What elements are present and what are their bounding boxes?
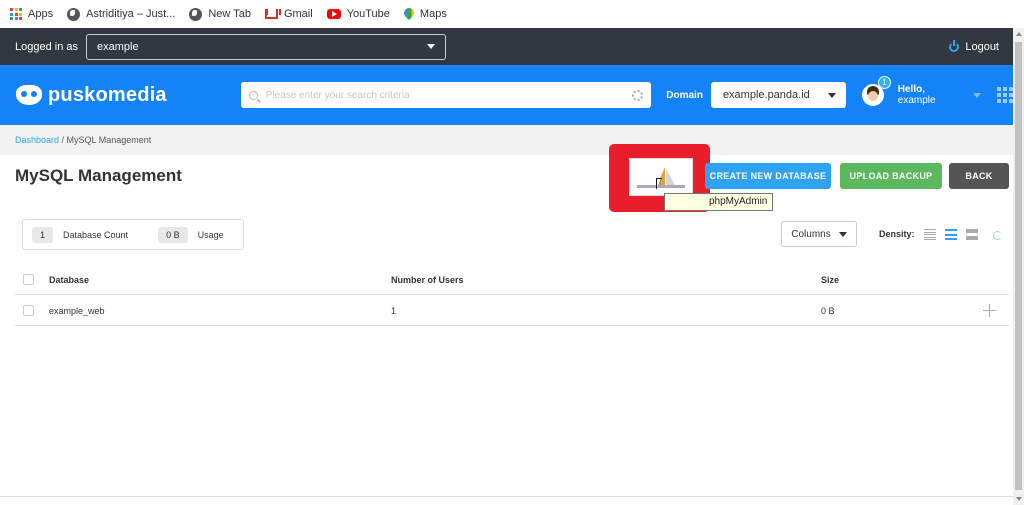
logo-icon bbox=[16, 85, 42, 105]
usage-value: 0 B bbox=[158, 226, 188, 243]
gear-icon[interactable] bbox=[632, 89, 644, 101]
phpmyadmin-tooltip: phpMyAdmin bbox=[664, 193, 774, 211]
bookmark-apps[interactable]: Apps bbox=[10, 8, 53, 20]
cell-users: 1 bbox=[391, 306, 397, 316]
database-count-label: Database Count bbox=[63, 229, 129, 240]
refresh-icon[interactable] bbox=[993, 231, 1002, 240]
brand-logo[interactable]: puskomedia bbox=[16, 84, 167, 107]
breadcrumb: Dashboard / MySQL Management bbox=[0, 125, 1013, 155]
domain-label: Domain bbox=[666, 89, 703, 101]
bookmark-label: YouTube bbox=[346, 8, 390, 20]
upload-backup-button[interactable]: UPLOAD BACKUP bbox=[840, 163, 942, 189]
youtube-icon bbox=[326, 9, 341, 19]
select-all-checkbox[interactable] bbox=[23, 274, 34, 285]
gmail-icon bbox=[264, 9, 278, 19]
globe-icon bbox=[189, 7, 203, 21]
column-header-size[interactable]: Size bbox=[821, 275, 839, 285]
scrollbar[interactable] bbox=[1013, 28, 1024, 505]
bookmark-maps[interactable]: Maps bbox=[404, 8, 447, 21]
apps-icon bbox=[10, 8, 22, 20]
breadcrumb-dashboard[interactable]: Dashboard bbox=[15, 135, 59, 145]
phpmyadmin-button[interactable] bbox=[629, 158, 693, 196]
usage-label: Usage bbox=[197, 229, 224, 240]
search-icon bbox=[248, 90, 258, 100]
table-header-row: Database Number of Users Size bbox=[15, 264, 1009, 295]
stats-box: 1 Database Count 0 B Usage bbox=[22, 219, 244, 250]
maps-icon bbox=[404, 8, 414, 21]
row-checkbox[interactable] bbox=[23, 305, 34, 316]
search-box bbox=[240, 82, 652, 108]
column-header-database[interactable]: Database bbox=[49, 275, 89, 285]
breadcrumb-separator: / bbox=[59, 135, 67, 145]
back-button[interactable]: BACK bbox=[949, 163, 1009, 189]
account-bar: Logged in as example Logout bbox=[0, 28, 1013, 65]
account-select[interactable]: example bbox=[86, 33, 446, 60]
avatar[interactable]: 1 bbox=[861, 76, 891, 106]
scroll-up-icon[interactable] bbox=[1016, 32, 1022, 36]
search-input[interactable] bbox=[265, 89, 633, 101]
logged-in-label: Logged in as bbox=[15, 40, 78, 53]
database-table: Database Number of Users Size example_we… bbox=[15, 264, 1009, 326]
density-label: Density: bbox=[879, 229, 915, 239]
columns-label: Columns bbox=[791, 228, 831, 240]
scroll-down-icon[interactable] bbox=[1016, 497, 1022, 501]
logout-button[interactable]: Logout bbox=[949, 39, 999, 53]
chevron-down-icon bbox=[838, 231, 847, 237]
density-standard-icon[interactable] bbox=[945, 229, 957, 240]
bookmark-gmail[interactable]: Gmail bbox=[264, 8, 313, 20]
column-header-users[interactable]: Number of Users bbox=[391, 275, 464, 285]
bookmark-label: Maps bbox=[419, 8, 447, 20]
notification-badge: 1 bbox=[877, 76, 891, 89]
main-header: puskomedia Domain example.panda.id 1 Hel… bbox=[0, 65, 1013, 125]
cell-database: example_web bbox=[49, 306, 105, 316]
bookmark-astriditiya[interactable]: Astriditiya – Just... bbox=[67, 7, 176, 21]
chevron-down-icon bbox=[427, 44, 435, 49]
bookmark-label: New Tab bbox=[208, 8, 251, 20]
hello-user: example bbox=[897, 95, 936, 106]
bookmark-label: Apps bbox=[28, 8, 54, 20]
bookmark-label: Gmail bbox=[283, 8, 313, 20]
bookmark-youtube[interactable]: YouTube bbox=[326, 8, 390, 20]
apps-grid-icon[interactable] bbox=[997, 87, 1013, 103]
bookmarks-bar: Apps Astriditiya – Just... New Tab Gmail… bbox=[0, 0, 1024, 28]
density-comfortable-icon[interactable] bbox=[966, 229, 978, 240]
chevron-down-icon bbox=[827, 92, 836, 98]
domain-select[interactable]: example.panda.id bbox=[710, 82, 846, 108]
hello-prefix: Hello, bbox=[897, 84, 925, 95]
divider bbox=[0, 496, 1013, 497]
scrollbar-thumb[interactable] bbox=[1015, 42, 1022, 490]
chevron-down-icon[interactable] bbox=[973, 92, 981, 98]
account-value: example bbox=[97, 40, 139, 53]
bookmark-label: Astriditiya – Just... bbox=[86, 8, 176, 20]
bookmark-new-tab[interactable]: New Tab bbox=[189, 7, 251, 21]
user-menu[interactable]: Hello, example bbox=[898, 84, 965, 106]
database-count-value: 1 bbox=[32, 226, 54, 243]
expand-plus-icon[interactable] bbox=[983, 304, 996, 317]
page-title: MySQL Management bbox=[15, 166, 182, 185]
mouse-cursor-icon bbox=[656, 178, 662, 190]
power-icon bbox=[949, 39, 960, 52]
create-database-button[interactable]: CREATE NEW DATABASE bbox=[705, 163, 831, 189]
globe-icon bbox=[67, 7, 81, 21]
breadcrumb-current: MySQL Management bbox=[66, 135, 152, 145]
columns-button[interactable]: Columns bbox=[781, 221, 857, 247]
domain-value: example.panda.id bbox=[722, 89, 810, 101]
density-compact-icon[interactable] bbox=[924, 229, 936, 240]
logout-label: Logout bbox=[965, 40, 999, 53]
cell-size: 0 B bbox=[821, 306, 835, 316]
table-row[interactable]: example_web 1 0 B bbox=[15, 295, 1009, 326]
brand-name: puskomedia bbox=[48, 83, 167, 106]
